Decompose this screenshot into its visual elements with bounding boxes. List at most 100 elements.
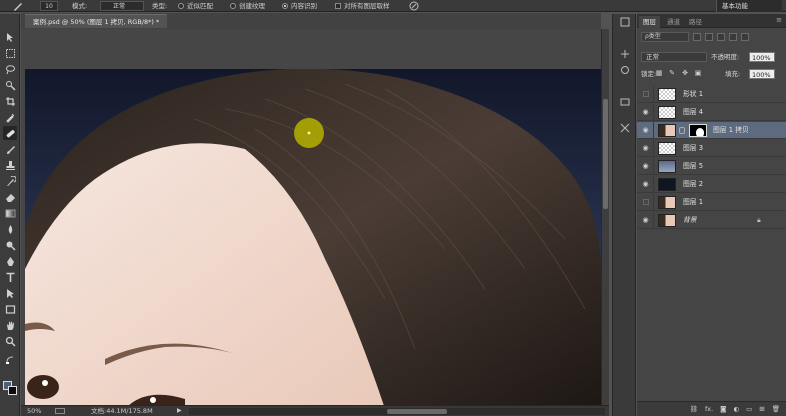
layers-panel-footer: ⛓ fx. ◙ ◐ ▭ ⊞ 🗑︎	[637, 401, 786, 416]
radio-content-aware[interactable]	[282, 3, 288, 9]
layer-thumbnail	[658, 142, 676, 155]
group-icon[interactable]: ▭	[746, 405, 752, 413]
blur-tool-icon[interactable]	[3, 222, 17, 236]
status-menu-arrow-icon[interactable]: ▶	[177, 406, 182, 416]
brush-preset-icon[interactable]	[12, 0, 24, 12]
brush-tool-icon[interactable]	[3, 142, 17, 156]
tab-channels[interactable]: 通道	[663, 16, 684, 28]
move-tool-icon[interactable]	[3, 30, 17, 44]
dodge-tool-icon[interactable]	[3, 238, 17, 252]
blend-mode-select[interactable]: 正常	[641, 52, 707, 62]
filter-icons	[693, 32, 779, 42]
path-select-tool-icon[interactable]	[3, 286, 17, 300]
fill-field[interactable]: 100%	[749, 69, 775, 79]
quick-select-tool-icon[interactable]	[3, 78, 17, 92]
radio-proximity-match[interactable]	[178, 3, 184, 9]
layer-row-layer-4[interactable]: ◉ 图层 4	[637, 104, 786, 121]
gradient-tool-icon[interactable]	[3, 206, 17, 220]
visibility-toggle-hidden[interactable]	[643, 199, 649, 205]
crop-tool-icon[interactable]	[3, 94, 17, 108]
type-tool-icon[interactable]	[3, 270, 17, 284]
marquee-tool-icon[interactable]	[3, 46, 17, 60]
eye-icon[interactable]: ◉	[641, 216, 650, 225]
lock-position-icon[interactable]: ✥	[681, 69, 689, 77]
vertical-scrollbar[interactable]	[601, 29, 609, 405]
layer-name: 形状 1	[683, 90, 704, 98]
filter-shape-icon[interactable]	[729, 33, 737, 41]
eyedropper-tool-icon[interactable]	[3, 110, 17, 124]
layer-row-layer-1-copy[interactable]: ◉ 图层 1 拷贝	[637, 122, 786, 139]
visibility-toggle-hidden[interactable]	[643, 91, 649, 97]
lock-transparency-icon[interactable]: ▦	[655, 69, 663, 77]
eye-icon[interactable]: ◉	[641, 180, 650, 189]
link-icon[interactable]: ⛓	[690, 405, 698, 413]
brush-size-field[interactable]: 10	[40, 1, 58, 11]
photo-canvas[interactable]	[25, 69, 601, 405]
lock-icons: ▦ ✎ ✥ ▣	[655, 69, 702, 77]
mask-link-icon[interactable]	[679, 127, 685, 134]
workspace-switcher[interactable]: 基本功能	[716, 0, 782, 12]
history-brush-tool-icon[interactable]	[3, 174, 17, 188]
sample-all-checkbox[interactable]	[335, 3, 341, 9]
layer-row-layer-2[interactable]: ◉ 图层 2	[637, 176, 786, 193]
panel-menu-icon[interactable]: ≡	[776, 16, 782, 24]
lasso-tool-icon[interactable]	[3, 62, 17, 76]
properties-panel-icon[interactable]	[619, 48, 631, 60]
horizontal-scrollbar[interactable]	[189, 408, 605, 415]
clone-stamp-tool-icon[interactable]	[3, 158, 17, 172]
layer-name: 图层 5	[683, 162, 704, 170]
layer-kind-filter[interactable]: ρ类型	[641, 32, 689, 42]
layer-row-layer-5[interactable]: ◉ 图层 5	[637, 158, 786, 175]
eye-icon[interactable]: ◉	[641, 108, 650, 117]
panel-tabs: 图层 通道 路径 ≡	[637, 14, 786, 28]
adjustment-icon[interactable]: ◐	[733, 405, 739, 413]
layer-row-layer-1[interactable]: 图层 1	[637, 194, 786, 211]
canvas-area[interactable]	[21, 29, 601, 405]
eraser-tool-icon[interactable]	[3, 190, 17, 204]
info-panel-icon[interactable]	[619, 96, 631, 108]
shape-tool-icon[interactable]	[3, 302, 17, 316]
eye-icon[interactable]: ◉	[641, 144, 650, 153]
layer-thumbnail	[658, 124, 676, 137]
layers-panel: 图层 通道 路径 ≡ ρ类型 正常 不透明度: 100% 锁定: ▦ ✎ ✥ ▣…	[637, 14, 786, 416]
healing-brush-tool-icon[interactable]	[3, 126, 17, 140]
layer-thumbnail	[658, 88, 676, 101]
filter-pixel-icon[interactable]	[693, 33, 701, 41]
adjustments-panel-icon[interactable]	[619, 64, 631, 76]
zoom-tool-icon[interactable]	[3, 334, 17, 348]
layer-name: 图层 4	[683, 108, 704, 116]
tools-presets-icon[interactable]	[619, 122, 631, 134]
lock-pixels-icon[interactable]: ✎	[668, 69, 676, 77]
mode-select[interactable]: 正常	[100, 1, 144, 11]
history-panel-icon[interactable]	[619, 16, 631, 28]
filter-adjustment-icon[interactable]	[705, 33, 713, 41]
pen-tool-icon[interactable]	[3, 254, 17, 268]
eye-icon[interactable]: ◉	[641, 162, 650, 171]
layer-mask-thumbnail[interactable]	[689, 124, 707, 137]
status-bar: 50% 文档:44.1M/175.8M ▶	[21, 405, 609, 416]
fx-icon[interactable]: fx.	[705, 405, 713, 413]
swap-colors-icon[interactable]	[3, 352, 17, 366]
pressure-size-icon[interactable]	[408, 0, 420, 12]
zoom-level[interactable]: 50%	[27, 406, 41, 416]
trash-icon[interactable]: 🗑︎	[772, 405, 780, 413]
horizontal-scroll-thumb[interactable]	[387, 409, 447, 414]
tab-paths[interactable]: 路径	[685, 16, 706, 28]
filter-type-icon[interactable]	[717, 33, 725, 41]
document-size-info: 文档:44.1M/175.8M	[91, 407, 153, 415]
mask-icon[interactable]: ◙	[720, 405, 726, 413]
filter-smart-icon[interactable]	[741, 33, 749, 41]
vertical-scroll-thumb[interactable]	[603, 99, 608, 209]
new-layer-icon[interactable]: ⊞	[759, 405, 764, 413]
layer-row-background[interactable]: ◉ 背景 🔒︎	[637, 212, 786, 229]
layer-row-shape-1[interactable]: 形状 1	[637, 86, 786, 103]
background-color-swatch[interactable]	[8, 386, 17, 395]
hand-tool-icon[interactable]	[3, 318, 17, 332]
radio-create-texture[interactable]	[230, 3, 236, 9]
lock-all-icon[interactable]: ▣	[694, 69, 702, 77]
tab-layers[interactable]: 图层	[639, 16, 660, 28]
layer-row-layer-3[interactable]: ◉ 图层 3	[637, 140, 786, 157]
eye-icon[interactable]: ◉	[641, 126, 650, 135]
document-tab[interactable]: 案例.psd @ 50% (图层 1 拷贝, RGB/8*) *	[25, 14, 168, 28]
opacity-field[interactable]: 100%	[749, 52, 775, 62]
